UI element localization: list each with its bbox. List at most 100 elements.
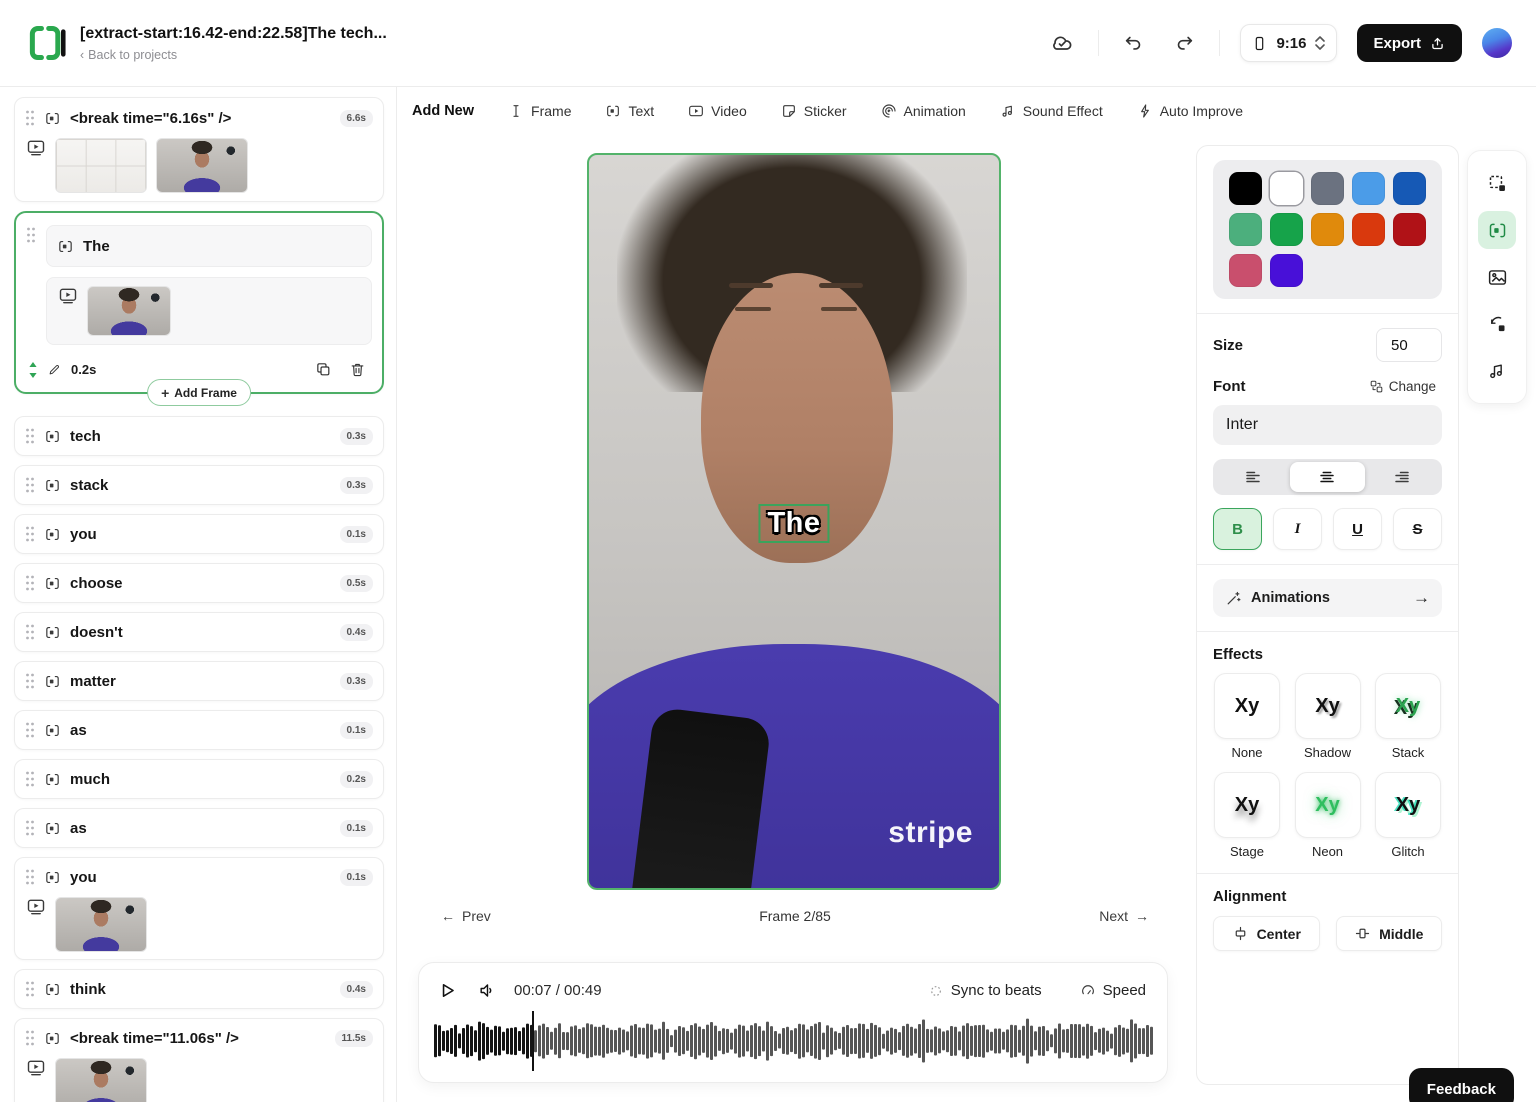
italic-button[interactable]: I: [1273, 508, 1322, 550]
add-frame-tool[interactable]: Frame: [506, 99, 573, 123]
caption-segments-sidebar[interactable]: <break time="6.16s" /> 6.6s The: [0, 87, 397, 1102]
selected-segment-card[interactable]: The 0.2s + Add Frame: [14, 211, 384, 394]
add-frame-button[interactable]: + Add Frame: [147, 379, 251, 406]
color-swatch[interactable]: [1393, 213, 1426, 246]
align-center-horizontal-button[interactable]: Center: [1213, 916, 1320, 951]
caption-segment-card[interactable]: tech 0.3s: [14, 416, 384, 456]
video-thumbnail[interactable]: [156, 138, 248, 193]
speed-button[interactable]: Speed: [1074, 981, 1152, 1000]
cloud-saved-button[interactable]: [1046, 27, 1078, 59]
drag-handle-icon[interactable]: [25, 771, 35, 787]
prev-frame-button[interactable]: ← Prev: [435, 907, 497, 925]
add-animation-tool[interactable]: Animation: [879, 99, 968, 123]
video-thumbnail[interactable]: [55, 897, 147, 952]
add-sticker-tool[interactable]: Sticker: [779, 99, 849, 123]
caption-segment-card[interactable]: think 0.4s: [14, 969, 384, 1009]
drag-handle-icon[interactable]: [25, 820, 35, 836]
drag-handle-icon[interactable]: [25, 673, 35, 689]
feedback-button[interactable]: Feedback: [1409, 1068, 1514, 1102]
animations-row[interactable]: Animations →: [1213, 579, 1442, 617]
volume-button[interactable]: [474, 977, 501, 1004]
add-video-tool[interactable]: Video: [686, 99, 749, 123]
sync-to-beats-button[interactable]: Sync to beats: [922, 981, 1048, 1000]
drag-handle-icon[interactable]: [25, 981, 35, 997]
strikethrough-button[interactable]: S: [1393, 508, 1442, 550]
font-size-input[interactable]: [1376, 328, 1442, 362]
align-middle-vertical-button[interactable]: Middle: [1336, 916, 1443, 951]
duplicate-segment-button[interactable]: [311, 357, 336, 382]
effect-glitch[interactable]: Xy Glitch: [1374, 772, 1442, 859]
add-new-button[interactable]: Add New: [410, 99, 476, 123]
color-swatch[interactable]: [1270, 254, 1303, 287]
caption-segment-card[interactable]: stack 0.3s: [14, 465, 384, 505]
caption-segment-card[interactable]: as 0.1s: [14, 808, 384, 848]
audio-tab[interactable]: [1478, 352, 1516, 390]
effect-none[interactable]: Xy None: [1213, 673, 1281, 760]
color-swatch[interactable]: [1270, 172, 1303, 205]
play-button[interactable]: [434, 977, 461, 1004]
undo-button[interactable]: [1119, 28, 1149, 58]
align-left-option[interactable]: [1216, 462, 1290, 492]
change-font-button[interactable]: Change: [1363, 378, 1442, 395]
drag-handle-icon[interactable]: [25, 1030, 35, 1046]
color-swatch[interactable]: [1270, 213, 1303, 246]
effect-stage[interactable]: Xy Stage: [1213, 772, 1281, 859]
drag-handle-icon[interactable]: [25, 110, 35, 126]
canvas-settings-tab[interactable]: [1478, 164, 1516, 202]
effect-shadow[interactable]: Xy Shadow: [1294, 673, 1362, 760]
color-swatch[interactable]: [1352, 172, 1385, 205]
media-tab[interactable]: [1478, 258, 1516, 296]
color-swatch[interactable]: [1229, 213, 1262, 246]
caption-segment-card[interactable]: as 0.1s: [14, 710, 384, 750]
caption-segment-card[interactable]: matter 0.3s: [14, 661, 384, 701]
color-swatch[interactable]: [1229, 254, 1262, 287]
break-segment-card[interactable]: <break time="6.16s" /> 6.6s: [14, 97, 384, 202]
reorder-up-down-icon[interactable]: [28, 361, 38, 379]
add-text-tool[interactable]: Text: [603, 99, 656, 123]
drag-handle-icon[interactable]: [26, 227, 36, 243]
drag-handle-icon[interactable]: [25, 869, 35, 885]
caption-segment-card[interactable]: much 0.2s: [14, 759, 384, 799]
underline-button[interactable]: U: [1333, 508, 1382, 550]
video-preview-canvas[interactable]: stripe The: [587, 153, 1001, 890]
auto-improve-tool[interactable]: Auto Improve: [1135, 99, 1245, 123]
aspect-ratio-selector[interactable]: 9:16: [1240, 24, 1337, 62]
caption-segment-card[interactable]: <break time="11.06s" /> 11.5s: [14, 1018, 384, 1102]
app-logo-icon[interactable]: [26, 20, 66, 66]
color-swatch[interactable]: [1311, 213, 1344, 246]
caption-segment-card[interactable]: doesn't 0.4s: [14, 612, 384, 652]
effect-stack[interactable]: Xy Stack: [1374, 673, 1442, 760]
caption-text[interactable]: The: [767, 507, 820, 539]
color-swatch[interactable]: [1229, 172, 1262, 205]
next-frame-button[interactable]: Next →: [1093, 907, 1155, 925]
align-right-option[interactable]: [1365, 462, 1439, 492]
captions-tab[interactable]: [1478, 211, 1516, 249]
video-thumbnail[interactable]: [55, 1058, 147, 1102]
transitions-tab[interactable]: [1478, 305, 1516, 343]
drag-handle-icon[interactable]: [25, 477, 35, 493]
drag-handle-icon[interactable]: [25, 428, 35, 444]
effect-neon[interactable]: Xy Neon: [1294, 772, 1362, 859]
align-center-option[interactable]: [1290, 462, 1364, 492]
color-swatch[interactable]: [1393, 172, 1426, 205]
bold-button[interactable]: B: [1213, 508, 1262, 550]
redo-button[interactable]: [1169, 28, 1199, 58]
caption-segment-card[interactable]: you 0.1s: [14, 514, 384, 554]
export-button[interactable]: Export: [1357, 24, 1462, 62]
add-sound-effect-tool[interactable]: Sound Effect: [998, 99, 1105, 123]
edit-duration-pencil-icon[interactable]: [47, 362, 62, 377]
caption-segment-card[interactable]: choose 0.5s: [14, 563, 384, 603]
drag-handle-icon[interactable]: [25, 624, 35, 640]
drag-handle-icon[interactable]: [25, 575, 35, 591]
caption-segment-card[interactable]: you 0.1s: [14, 857, 384, 960]
back-to-projects-link[interactable]: ‹ Back to projects: [80, 48, 387, 62]
caption-selection-box[interactable]: The: [758, 504, 829, 543]
font-name-field[interactable]: Inter: [1213, 405, 1442, 445]
video-thumbnail[interactable]: [87, 286, 171, 336]
color-swatch[interactable]: [1311, 172, 1344, 205]
drag-handle-icon[interactable]: [25, 526, 35, 542]
delete-segment-button[interactable]: [345, 357, 370, 382]
audio-waveform[interactable]: [434, 1014, 1152, 1068]
color-swatch[interactable]: [1352, 213, 1385, 246]
document-thumbnail[interactable]: [55, 138, 147, 193]
